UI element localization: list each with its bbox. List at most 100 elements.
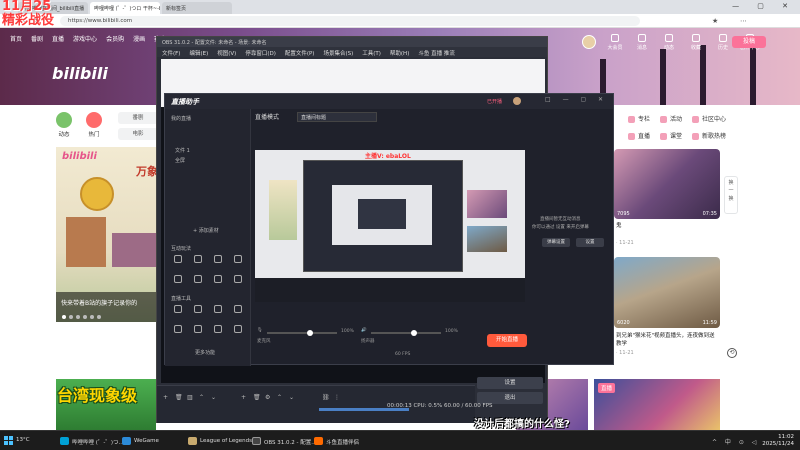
live-avatar[interactable] [513, 97, 521, 105]
menu-item[interactable]: 新歌热榜 [692, 131, 726, 140]
upload-button[interactable]: 投稿 [732, 36, 766, 48]
clock[interactable]: 11:02 2025/11/24 [762, 434, 794, 448]
channel-pill[interactable]: 番剧 [118, 112, 158, 124]
live-window-controls[interactable]: □ — ▢ ✕ [545, 96, 608, 103]
start-live-button[interactable]: 开始直播 [487, 334, 527, 347]
add-source-button[interactable]: + 添加素材 [193, 227, 219, 234]
tool-item[interactable] [189, 275, 207, 285]
obs-menu-item[interactable]: 场景集合(S) [323, 49, 353, 57]
bottom-thumbnail[interactable]: 直播 [594, 379, 720, 430]
scroll-top-icon[interactable]: ⟲ [727, 348, 737, 358]
mic-slider[interactable] [267, 330, 337, 336]
down-icon[interactable]: ⌄ [211, 394, 216, 401]
menu-item[interactable]: 专栏 [628, 114, 650, 123]
gear-icon[interactable]: ⚙ [265, 394, 270, 401]
tool-item[interactable] [209, 305, 227, 315]
tool-item[interactable] [229, 305, 247, 315]
obs-menu-item[interactable]: 文件(F) [162, 49, 180, 57]
video-title[interactable]: 鬼 [616, 222, 720, 230]
tool-item[interactable] [229, 255, 247, 265]
scene-item[interactable]: 文件 1 [175, 147, 190, 154]
link-icon[interactable]: ⛓ [322, 394, 330, 401]
video-title[interactable]: 到兄弟"猴米花"视频直播头，连夜做到送教学 [616, 332, 720, 348]
settings-button[interactable]: 设置 [576, 238, 604, 247]
tool-item[interactable] [169, 275, 187, 285]
tool-item[interactable] [209, 325, 227, 335]
speaker-icon[interactable]: 🔊 [361, 328, 367, 333]
tool-item[interactable] [229, 325, 247, 335]
video-thumbnail[interactable]: 7095 07:35 [614, 149, 720, 219]
user-avatar[interactable] [582, 35, 596, 49]
obs-menu-item[interactable]: 配置文件(P) [285, 49, 315, 57]
tool-item[interactable] [169, 305, 187, 315]
trash-icon[interactable]: 🗑 [253, 394, 261, 401]
tool-item[interactable] [189, 255, 207, 265]
more-icon[interactable]: ⋮ [334, 394, 340, 401]
obs-menu-item[interactable]: 帮助(H) [390, 49, 409, 57]
trash-icon[interactable]: 🗑 [175, 394, 183, 401]
window-controls[interactable]: — ▢ ✕ [732, 2, 796, 10]
taskbar-app[interactable]: 哔哩哔哩 (゜-゜)つ... [58, 434, 127, 448]
browser-tab-active[interactable]: 哔哩哔哩 (゜-゜)つロ 干杯~-bilibili [90, 2, 160, 14]
settings-button[interactable]: 设置 [477, 377, 543, 389]
obs-menu-item[interactable]: 工具(T) [362, 49, 381, 57]
star-icon[interactable]: ★ [712, 17, 718, 25]
tool-item[interactable] [169, 255, 187, 265]
hot-entry[interactable]: 热门 [86, 112, 102, 138]
hero-carousel[interactable]: bilibili 万象 快来带着B站的旗子记录你的 [56, 147, 164, 322]
tool-item[interactable] [169, 325, 187, 335]
tool-item[interactable] [209, 255, 227, 265]
menu-item[interactable]: 课堂 [660, 131, 682, 140]
add-icon[interactable]: + [163, 394, 168, 401]
tool-item[interactable] [189, 305, 207, 315]
right-nav-item[interactable]: 收藏 [686, 34, 706, 51]
menu-item[interactable]: 直播 [628, 131, 650, 140]
refresh-float[interactable]: 换一换 [724, 176, 738, 214]
tool-item[interactable] [209, 275, 227, 285]
extensions-icon[interactable]: ⋯ [740, 17, 747, 25]
dynamic-entry[interactable]: 动态 [56, 112, 72, 138]
obs-menu-item[interactable]: 斗鱼 直播 推流 [418, 49, 455, 57]
menu-item[interactable]: 社区中心 [692, 114, 726, 123]
up-icon[interactable]: ⌃ [199, 394, 204, 401]
carousel-dots[interactable] [62, 315, 101, 319]
windows-start-icon[interactable] [4, 436, 13, 445]
browser-tab[interactable]: 新标签页 [162, 2, 232, 14]
taskbar-app[interactable]: League of Legends [186, 434, 255, 448]
bilibili-logo[interactable]: bilibili [52, 64, 108, 83]
system-tray[interactable]: ^ 中 ⊙ ◁ [712, 437, 759, 446]
live-preview[interactable]: 主播V: ebaLOL [255, 150, 525, 302]
taskbar-app[interactable]: 斗鱼直播伴侣 [312, 434, 362, 448]
down-icon[interactable]: ⌄ [289, 394, 294, 401]
filter-icon[interactable]: ▥ [187, 394, 193, 401]
channel-pill[interactable]: 电影 [118, 128, 158, 140]
more-tools-button[interactable]: 更多功能 [195, 349, 215, 356]
nav-item[interactable]: 首页 [10, 34, 22, 44]
speaker-slider[interactable] [371, 330, 441, 336]
add-icon[interactable]: + [241, 394, 246, 401]
right-nav-item[interactable]: 历史 [713, 34, 733, 51]
obs-menu-item[interactable]: 编辑(E) [189, 49, 208, 57]
weather-temp[interactable]: 13°C [16, 437, 30, 443]
up-icon[interactable]: ⌃ [277, 394, 282, 401]
menu-item[interactable]: 活动 [660, 114, 682, 123]
live-title-input[interactable]: 直播间标题 [297, 112, 377, 122]
right-nav-item[interactable]: 动态 [659, 34, 679, 51]
nav-item[interactable]: 漫画 [133, 34, 145, 44]
tool-item[interactable] [229, 275, 247, 285]
taskbar-app[interactable]: OBS 31.0.2 - 配置... [250, 434, 319, 448]
nav-item[interactable]: 游戏中心 [73, 34, 97, 44]
danmaku-settings-button[interactable]: 弹幕设置 [542, 238, 570, 247]
obs-menu-item[interactable]: 停靠窗口(D) [245, 49, 276, 57]
nav-item[interactable]: 直播 [52, 34, 64, 44]
right-nav-item[interactable]: 消息 [632, 34, 652, 51]
video-thumbnail[interactable]: 6020 11:59 [614, 257, 720, 328]
mic-icon[interactable]: 🎙 [257, 328, 263, 333]
scene-item[interactable]: 全屏 [175, 157, 185, 164]
url-field[interactable]: https://www.bilibili.com [60, 16, 640, 26]
right-nav-item[interactable]: 大会员 [605, 34, 625, 51]
nav-item[interactable]: 番剧 [31, 34, 43, 44]
obs-menu-item[interactable]: 视图(V) [217, 49, 236, 57]
nav-item[interactable]: 会员购 [106, 34, 124, 44]
taskbar-app[interactable]: WeGame [120, 434, 162, 448]
